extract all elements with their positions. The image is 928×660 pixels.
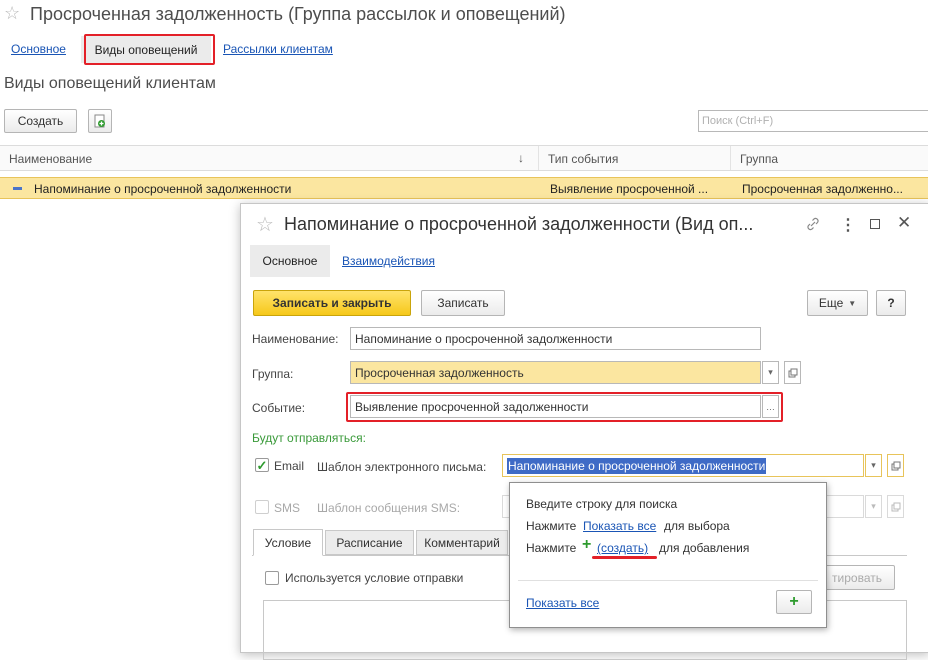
- popup-line2-prefix: Нажмите: [526, 519, 577, 533]
- save-and-close-label: Записать и закрыть: [272, 296, 392, 310]
- email-template-value: Напоминание о просроченной задолженности: [507, 457, 767, 474]
- inner-tab-comment-label: Комментарий: [424, 535, 500, 550]
- popup-show-all-link[interactable]: Показать все: [583, 519, 656, 533]
- more-label: Еще: [818, 296, 844, 310]
- column-header-event-type[interactable]: Тип события: [548, 152, 618, 166]
- event-value: Выявление просроченной задолженности: [355, 399, 589, 414]
- popup-show-all-bottom-link[interactable]: Показать все: [526, 596, 599, 610]
- popup-line2-suffix: для выбора: [664, 519, 730, 533]
- sort-down-icon[interactable]: ↓: [518, 151, 524, 165]
- close-icon[interactable]: ✕: [897, 213, 911, 233]
- save-label: Записать: [437, 296, 489, 310]
- email-template-label: Шаблон электронного письма:: [317, 460, 487, 474]
- sms-template-dropdown-button[interactable]: ▾: [865, 495, 882, 518]
- favorite-star-icon[interactable]: ☆: [4, 3, 20, 24]
- popup-search-hint: Введите строку для поиска: [526, 497, 678, 511]
- popup-line3-prefix: Нажмите: [526, 541, 577, 555]
- dialog-favorite-star-icon[interactable]: ☆: [256, 212, 274, 237]
- column-divider: [538, 146, 539, 170]
- popup-create-link[interactable]: (создать): [597, 541, 648, 555]
- plus-icon: +: [582, 536, 592, 553]
- tab-notification-types[interactable]: Виды оповещений: [81, 36, 211, 63]
- event-label: Событие:: [252, 401, 306, 415]
- plus-icon: +: [789, 593, 799, 610]
- create-button[interactable]: Создать: [4, 109, 77, 133]
- inner-tab-schedule-label: Расписание: [336, 535, 403, 550]
- condition-label: Используется условие отправки: [285, 571, 464, 585]
- group-field[interactable]: Просроченная задолженность: [350, 361, 761, 384]
- open-icon: [788, 368, 797, 377]
- grid-header: [0, 145, 928, 171]
- row-name: Напоминание о просроченной задолженности: [34, 182, 292, 196]
- name-label: Наименование:: [252, 332, 339, 346]
- dialog-tab-main[interactable]: Основное: [250, 245, 330, 277]
- create-copy-button[interactable]: [88, 109, 112, 133]
- more-button[interactable]: Еще ▼: [807, 290, 868, 316]
- condition-checkbox[interactable]: [265, 571, 279, 585]
- name-value: Напоминание о просроченной задолженности: [355, 331, 613, 346]
- email-label: Email: [274, 459, 305, 473]
- popup-add-button[interactable]: +: [776, 590, 812, 614]
- sms-label: SMS: [274, 501, 301, 515]
- group-label: Группа:: [252, 367, 294, 381]
- name-field[interactable]: Напоминание о просроченной задолженности: [350, 327, 761, 350]
- sms-template-open-button[interactable]: [887, 495, 904, 518]
- row-event: Выявление просроченной ...: [550, 182, 709, 196]
- open-icon: [891, 461, 900, 470]
- tab-client-mailings[interactable]: Рассылки клиентам: [223, 42, 333, 56]
- open-icon: [891, 502, 900, 511]
- help-button[interactable]: ?: [876, 290, 906, 316]
- column-header-name[interactable]: Наименование: [9, 152, 92, 166]
- event-field[interactable]: Выявление просроченной задолженности: [350, 395, 761, 418]
- inner-tab-schedule[interactable]: Расписание: [325, 530, 414, 555]
- save-button[interactable]: Записать: [421, 290, 505, 316]
- sms-template-label: Шаблон сообщения SMS:: [317, 501, 461, 515]
- dialog-tab-interactions[interactable]: Взаимодействия: [342, 254, 435, 268]
- search-input[interactable]: Поиск (Ctrl+F): [698, 110, 928, 132]
- email-template-dropdown-button[interactable]: ▾: [865, 454, 882, 477]
- save-and-close-button[interactable]: Записать и закрыть: [253, 290, 411, 316]
- dialog-tab-main-label: Основное: [262, 254, 318, 268]
- will-send-label: Будут отправляться:: [252, 431, 366, 445]
- email-template-open-button[interactable]: [887, 454, 904, 477]
- highlight-create-underline: [592, 556, 657, 559]
- inner-tab-condition[interactable]: Условие: [253, 529, 323, 556]
- popup-line3-suffix: для добавления: [659, 541, 750, 555]
- column-divider: [730, 146, 731, 170]
- tab-notification-types-label: Виды оповещений: [94, 42, 198, 57]
- window-title: Просроченная задолженность (Группа рассы…: [30, 4, 566, 24]
- maximize-icon[interactable]: [870, 219, 880, 229]
- chevron-down-icon: ▼: [848, 298, 857, 308]
- sms-checkbox[interactable]: [255, 500, 269, 514]
- edit-condition-label: тировать: [832, 570, 882, 585]
- inner-tab-condition-label: Условие: [264, 535, 312, 550]
- help-label: ?: [887, 296, 895, 310]
- event-select-button[interactable]: …: [762, 395, 779, 418]
- more-menu-icon[interactable]: ⋮: [840, 215, 856, 235]
- item-marker-icon: [13, 187, 22, 190]
- column-header-group[interactable]: Группа: [740, 152, 778, 166]
- create-button-label: Создать: [17, 114, 64, 128]
- inner-tab-comment[interactable]: Комментарий: [416, 530, 508, 555]
- section-title: Виды оповещений клиентам: [4, 75, 216, 92]
- dialog-title: Напоминание о просроченной задолженности…: [284, 214, 754, 234]
- email-checkbox[interactable]: ✓: [255, 458, 269, 472]
- link-icon[interactable]: [805, 216, 821, 232]
- group-value: Просроченная задолженность: [355, 365, 524, 380]
- document-add-icon: [94, 114, 105, 128]
- row-group: Просроченная задолженно...: [742, 182, 903, 196]
- checkmark-icon: ✓: [256, 457, 268, 473]
- email-template-field[interactable]: Напоминание о просроченной задолженности: [502, 454, 864, 477]
- tab-main[interactable]: Основное: [11, 42, 66, 56]
- group-dropdown-button[interactable]: ▾: [762, 361, 779, 384]
- group-open-button[interactable]: [784, 361, 801, 384]
- popup-divider: [518, 580, 818, 581]
- search-placeholder: Поиск (Ctrl+F): [702, 115, 774, 127]
